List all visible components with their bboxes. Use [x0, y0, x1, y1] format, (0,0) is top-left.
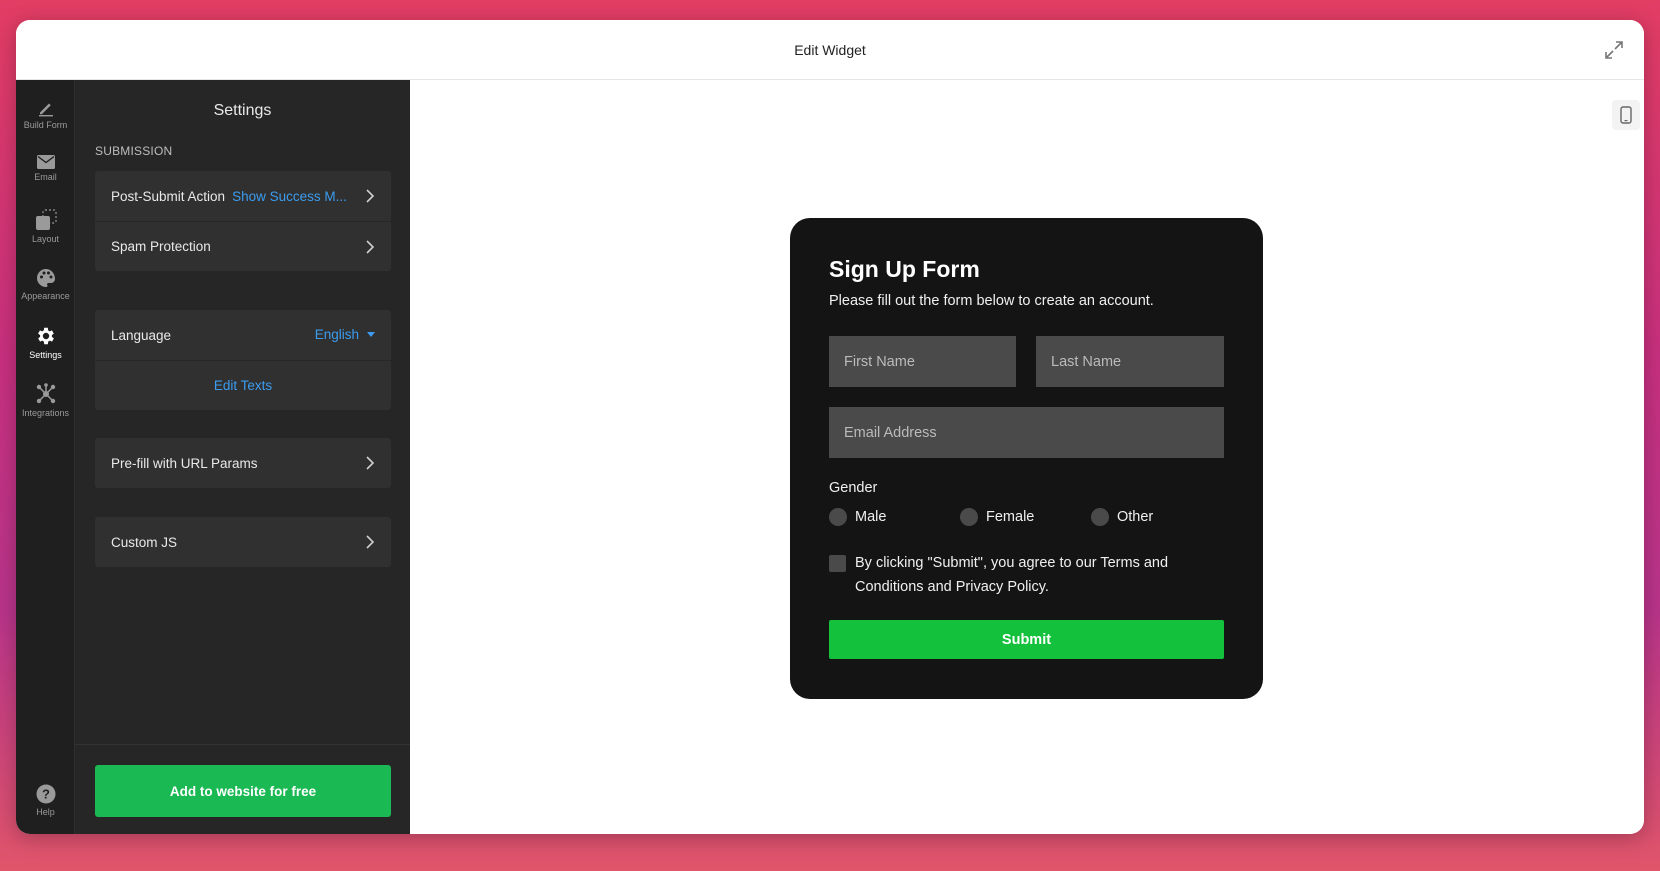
radio-label: Female — [986, 509, 1035, 525]
mobile-preview-icon[interactable] — [1612, 100, 1640, 130]
preview-canvas: Sign Up Form Please fill out the form be… — [410, 80, 1644, 834]
section-label-submission: SUBMISSION — [95, 144, 173, 158]
form-title: Sign Up Form — [829, 256, 980, 282]
spam-protection-row[interactable]: Spam Protection — [95, 221, 391, 271]
gender-label: Gender — [829, 480, 878, 496]
post-submit-action-value: Show Success M... — [232, 188, 347, 204]
rail-item-email[interactable]: Email — [16, 142, 75, 194]
pencil-icon — [38, 103, 53, 116]
custom-js-label: Custom JS — [111, 534, 178, 550]
spam-protection-label: Spam Protection — [111, 239, 211, 254]
submission-group: Post-Submit Action Show Success M... Spa… — [95, 171, 391, 271]
gender-option-other[interactable]: Other — [1091, 508, 1153, 526]
envelope-icon — [36, 154, 55, 169]
left-icon-rail: Build Form Email Layout Appearance Setti… — [16, 80, 75, 834]
chevron-right-icon — [366, 456, 375, 470]
language-dropdown[interactable]: English — [315, 327, 375, 342]
rail-item-label: Settings — [29, 349, 62, 360]
form-subtitle: Please fill out the form below to create… — [829, 293, 1154, 309]
help-icon: ? — [36, 784, 55, 803]
prefill-url-params-row[interactable]: Pre-fill with URL Params — [95, 438, 391, 488]
window-title: Edit Widget — [794, 41, 866, 58]
expand-icon[interactable] — [1602, 38, 1626, 62]
widget-editor-window: Edit Widget Build Form Email Layout Appe… — [16, 20, 1644, 834]
rail-item-build-form[interactable]: Build Form — [16, 88, 75, 140]
svg-text:?: ? — [42, 786, 50, 801]
chevron-right-icon — [366, 189, 375, 203]
rail-item-settings[interactable]: Settings — [16, 316, 75, 368]
rail-item-label: Email — [34, 171, 57, 182]
terms-consent-text: By clicking "Submit", you agree to our T… — [855, 555, 1169, 595]
radio-button[interactable] — [829, 508, 847, 526]
email-input[interactable] — [829, 407, 1224, 458]
language-label: Language — [111, 327, 172, 343]
rail-item-label: Integrations — [21, 407, 70, 418]
gender-option-female[interactable]: Female — [960, 508, 1034, 526]
custom-js-group: Custom JS — [95, 517, 391, 567]
rail-item-label: Appearance — [21, 290, 70, 301]
chevron-right-icon — [366, 240, 375, 254]
palette-icon — [36, 268, 55, 287]
edit-texts-link[interactable]: Edit Texts — [95, 360, 391, 410]
radio-label: Male — [855, 509, 887, 525]
integrations-icon — [36, 382, 55, 403]
prefill-url-params-label: Pre-fill with URL Params — [111, 455, 258, 471]
gear-icon — [37, 327, 54, 344]
panel-title: Settings — [213, 102, 272, 119]
post-submit-action-label: Post-Submit Action — [111, 188, 226, 204]
rail-item-label: Build Form — [23, 119, 68, 130]
radio-label: Other — [1117, 509, 1154, 525]
custom-js-row[interactable]: Custom JS — [95, 517, 391, 567]
layout-icon — [35, 208, 57, 230]
caret-down-icon — [367, 332, 375, 337]
post-submit-action-row[interactable]: Post-Submit Action Show Success M... — [95, 171, 391, 221]
radio-button[interactable] — [1091, 508, 1109, 526]
titlebar: Edit Widget — [16, 20, 1644, 80]
language-value: English — [314, 327, 359, 342]
terms-checkbox[interactable] — [829, 555, 846, 572]
chevron-right-icon — [366, 535, 375, 549]
radio-button[interactable] — [960, 508, 978, 526]
prefill-group: Pre-fill with URL Params — [95, 438, 391, 488]
gender-option-male[interactable]: Male — [829, 508, 886, 526]
rail-item-help[interactable]: ? Help — [16, 774, 75, 826]
panel-footer: Add to website for free — [75, 744, 410, 834]
rail-item-label: Layout — [31, 233, 60, 244]
rail-item-layout[interactable]: Layout — [16, 200, 75, 252]
last-name-input[interactable] — [1036, 336, 1224, 387]
add-to-website-button[interactable]: Add to website for free — [95, 765, 391, 817]
rail-item-label: Help — [36, 806, 55, 817]
first-name-input[interactable] — [829, 336, 1016, 387]
language-row: Language English — [95, 310, 391, 360]
submit-button[interactable]: Submit — [829, 620, 1224, 659]
settings-panel: Settings SUBMISSION Post-Submit Action S… — [75, 80, 410, 834]
rail-item-integrations[interactable]: Integrations — [16, 374, 75, 426]
rail-item-appearance[interactable]: Appearance — [16, 258, 75, 310]
signup-form-card: Sign Up Form Please fill out the form be… — [790, 218, 1263, 699]
language-group: Language English Edit Texts — [95, 310, 391, 410]
